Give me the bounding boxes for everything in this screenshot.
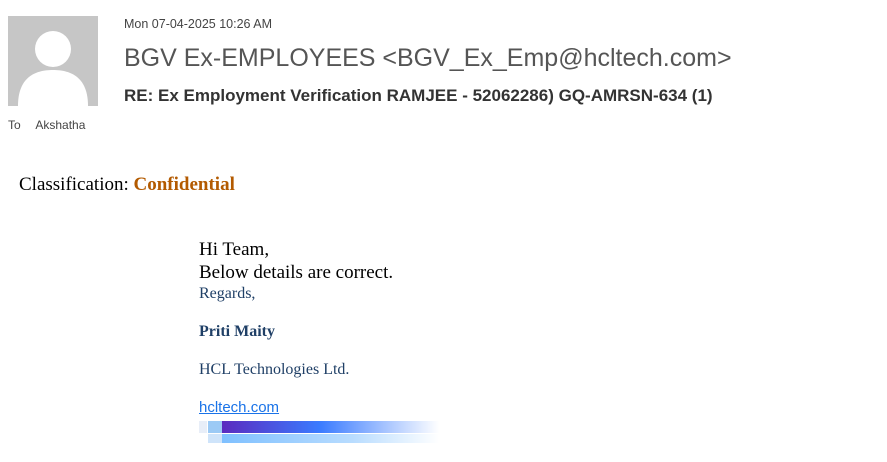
sent-date: Mon 07-04-2025 10:26 AM	[124, 17, 273, 31]
brand-gradient-bar	[199, 421, 439, 445]
signature-name: Priti Maity	[199, 323, 275, 340]
classification-label: Classification:	[19, 174, 129, 195]
sender-avatar	[8, 16, 98, 106]
sender-name[interactable]: BGV Ex-EMPLOYEES <BGV_Ex_Emp@hcltech.com…	[124, 44, 732, 73]
regards-text: Regards,	[199, 285, 256, 302]
signature-company: HCL Technologies Ltd.	[199, 361, 350, 378]
email-subject: RE: Ex Employment Verification RAMJEE - …	[124, 86, 713, 105]
classification-value: Confidential	[133, 174, 235, 195]
classification-line: Classification: Confidential	[19, 174, 235, 196]
message-text: Below details are correct.	[199, 262, 394, 283]
brand-graphic-icon	[199, 421, 439, 443]
person-placeholder-icon	[8, 16, 98, 106]
recipient-name[interactable]: Akshatha	[35, 118, 85, 132]
recipient-row: To Akshatha	[8, 118, 85, 132]
company-website-link[interactable]: hcltech.com	[199, 398, 393, 418]
greeting-text: Hi Team,	[199, 239, 270, 260]
to-label: To	[8, 118, 21, 132]
email-body: Hi Team, Below details are correct. Rega…	[199, 238, 393, 418]
